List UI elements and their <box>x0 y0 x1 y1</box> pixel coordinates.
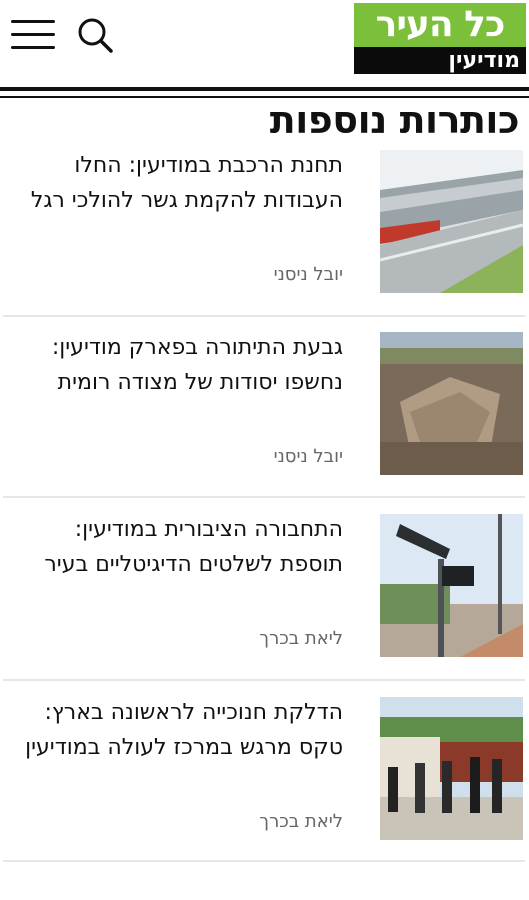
article-author: יובל ניסני <box>273 264 343 285</box>
article-author: ליאת בכרך <box>259 811 343 832</box>
article-item[interactable]: גבעת התיתורה בפארק מודיעין: נחשפו יסודות… <box>0 330 529 510</box>
article-item[interactable]: התחבורה הציבורית במודיעין: תוספת לשלטים … <box>0 512 529 692</box>
article-headline[interactable]: תחנת הרכבת במודיעין: החלו העבודות להקמת … <box>13 148 343 218</box>
article-headline[interactable]: גבעת התיתורה בפארק מודיעין: נחשפו יסודות… <box>13 330 343 400</box>
article-author: יובל ניסני <box>273 446 343 467</box>
article-author: ליאת בכרך <box>259 628 343 649</box>
article-thumbnail[interactable] <box>380 514 523 657</box>
article-thumbnail[interactable] <box>380 332 523 475</box>
article-divider <box>3 496 525 498</box>
site-header: כל העיר מודיעין <box>0 0 529 86</box>
logo-top-text: כל העיר <box>354 3 526 47</box>
section-title: כותרות נוספות <box>269 98 520 142</box>
article-divider <box>3 315 525 317</box>
search-icon[interactable] <box>75 15 115 55</box>
logo-city-text: מודיעין <box>354 47 526 74</box>
article-thumbnail[interactable] <box>380 697 523 840</box>
article-divider <box>3 679 525 681</box>
article-item[interactable]: הדלקת חנוכייה לראשונה בארץ: טקס מרגש במר… <box>0 695 529 875</box>
article-headline[interactable]: הדלקת חנוכייה לראשונה בארץ: טקס מרגש במר… <box>13 695 343 765</box>
article-thumbnail[interactable] <box>380 150 523 293</box>
site-logo[interactable]: כל העיר מודיעין <box>354 3 526 74</box>
header-rule-thick <box>0 87 529 91</box>
article-item[interactable]: תחנת הרכבת במודיעין: החלו העבודות להקמת … <box>0 148 529 328</box>
article-headline[interactable]: התחבורה הציבורית במודיעין: תוספת לשלטים … <box>13 512 343 582</box>
hamburger-menu-icon[interactable] <box>11 18 55 52</box>
article-divider <box>3 860 525 862</box>
